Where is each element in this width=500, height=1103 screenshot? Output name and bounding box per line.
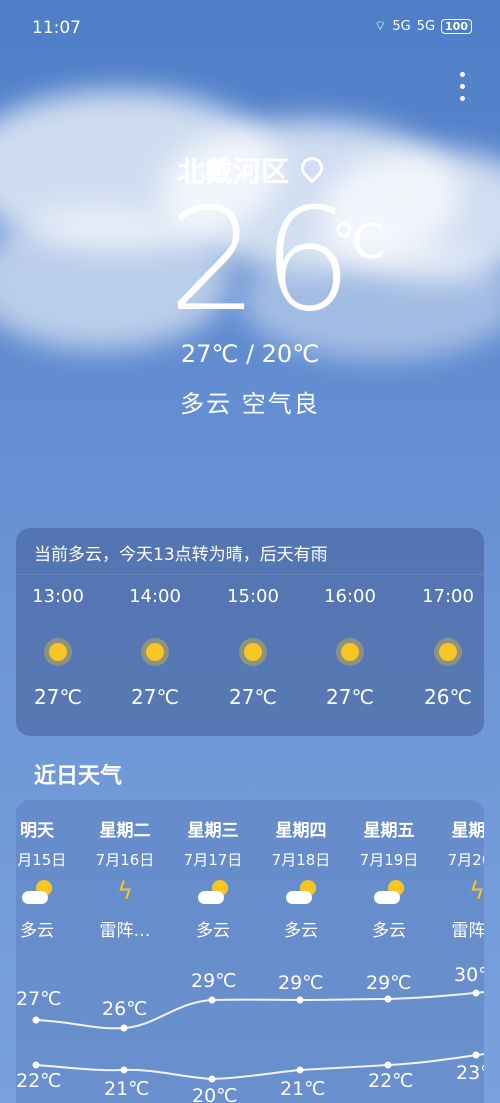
day-item[interactable]: 星期五 7月19日 多云 [344, 816, 434, 941]
cloud-sun-icon [374, 880, 404, 904]
high-temp-point [384, 995, 392, 1003]
hour-time: 13:00 [32, 586, 84, 607]
wifi-icon: ⌔ [374, 19, 387, 34]
day-date: 7月16日 [95, 851, 155, 869]
day-item[interactable]: 星期二 7月16日 ϟ 雷阵… [80, 816, 170, 941]
day-date: 7月18日 [271, 851, 331, 869]
temperature-trend-chart [32, 989, 484, 1083]
signal-icon-2: 5G [416, 18, 436, 34]
more-menu-icon[interactable] [458, 72, 466, 106]
day-name: 星期六 [451, 821, 485, 841]
day-item[interactable]: 星期四 7月18日 多云 [256, 816, 346, 941]
high-temp-point [472, 989, 480, 997]
cloud-sun-icon [286, 880, 316, 904]
day-date: 7月15日 [16, 851, 67, 869]
day-date: 7月20日 [447, 851, 484, 869]
sun-icon [49, 643, 67, 661]
high-temp-label: 26℃ [102, 998, 148, 1020]
daily-forecast-card[interactable]: 明天 7月15日 多云 星期二 7月16日 ϟ 雷阵… 星期三 7月17日 多云… [16, 800, 484, 1103]
day-weather: 雷阵… [99, 921, 151, 941]
hour-time: 15:00 [227, 586, 279, 607]
temp-range: 27℃ / 20℃ [180, 340, 320, 368]
cloud-sun-icon [22, 880, 52, 904]
low-temp-point [472, 1051, 480, 1059]
sun-icon [146, 643, 164, 661]
day-name: 星期二 [99, 821, 151, 841]
high-temp-label: 27℃ [16, 988, 62, 1010]
day-weather: 雷阵… [451, 921, 485, 941]
hour-item: 16:00 27℃ [308, 586, 392, 709]
current-condition: 多云 空气良 [180, 390, 320, 418]
daily-section-title: 近日天气 [34, 764, 123, 789]
day-weather: 多云 [20, 921, 54, 941]
lightning-icon: ϟ [117, 877, 133, 905]
day-item[interactable]: 星期六 7月20日 ϟ 雷阵… [432, 816, 484, 941]
hourly-list: 13:00 27℃ 14:00 27℃ 15:00 27℃ 16:00 27℃ … [16, 586, 484, 726]
day-date: 7月19日 [359, 851, 419, 869]
sun-icon [341, 643, 359, 661]
high-temp-point [120, 1024, 128, 1032]
low-temp-label: 22℃ [16, 1070, 62, 1092]
cloud-sun-icon [198, 880, 228, 904]
hourly-forecast-card[interactable]: 当前多云，今天13点转为晴，后天有雨 13:00 27℃ 14:00 27℃ 1… [16, 528, 484, 736]
hour-item: 13:00 27℃ [16, 586, 100, 709]
high-temp-label: 29℃ [366, 972, 412, 994]
low-temp-line [35, 1053, 484, 1081]
day-weather: 多云 [284, 921, 318, 941]
hour-temp: 27℃ [131, 685, 179, 709]
hour-time: 16:00 [324, 586, 376, 607]
low-temp-point [120, 1066, 128, 1074]
low-temp-label: 21℃ [104, 1078, 150, 1100]
high-temp-label: 30℃ [454, 964, 484, 986]
high-temp-label: 29℃ [278, 972, 324, 994]
hour-item: 17:00 26℃ [406, 586, 490, 709]
low-temp-point [32, 1061, 40, 1069]
low-temp-point [208, 1075, 216, 1083]
hourly-note: 当前多云，今天13点转为晴，后天有雨 [16, 528, 484, 575]
signal-icon: 5G [392, 18, 411, 34]
status-bar: 11:07 ⌔ 5G 5G 100 [0, 0, 500, 56]
hour-temp: 27℃ [34, 685, 82, 709]
day-weather: 多云 [372, 921, 406, 941]
sun-icon [439, 643, 457, 661]
low-temp-label: 22℃ [368, 1070, 414, 1092]
day-item[interactable]: 明天 7月15日 多云 [16, 816, 82, 941]
battery-icon: 100 [441, 18, 472, 34]
low-temp-point [296, 1066, 304, 1074]
high-temp-point [32, 1016, 40, 1024]
day-name: 明天 [20, 821, 54, 841]
day-date: 7月17日 [183, 851, 243, 869]
hour-time: 14:00 [129, 586, 181, 607]
day-name: 星期四 [275, 821, 327, 841]
hour-temp: 26℃ [424, 685, 472, 709]
lightning-icon: ϟ [469, 877, 484, 905]
clock: 11:07 [32, 18, 81, 38]
day-name: 星期五 [363, 821, 415, 841]
low-temp-label: 23℃ [456, 1062, 484, 1084]
hour-item: 15:00 27℃ [211, 586, 295, 709]
low-temp-point [384, 1061, 392, 1069]
day-weather: 多云 [196, 921, 230, 941]
sun-icon [244, 643, 262, 661]
high-temp-point [208, 996, 216, 1004]
hour-time: 17:00 [422, 586, 474, 607]
day-name: 星期三 [187, 821, 239, 841]
temperature-unit: ℃ [332, 214, 386, 270]
current-temperature: 26 [168, 178, 357, 343]
hour-item: 14:00 27℃ [113, 586, 197, 709]
day-item[interactable]: 星期三 7月17日 多云 [168, 816, 258, 941]
low-temp-label: 20℃ [192, 1085, 238, 1103]
hour-temp: 27℃ [229, 685, 277, 709]
low-temp-label: 21℃ [280, 1078, 326, 1100]
high-temp-point [296, 996, 304, 1004]
hour-temp: 27℃ [326, 685, 374, 709]
status-icons: ⌔ 5G 5G 100 [374, 18, 472, 34]
high-temp-label: 29℃ [191, 970, 237, 992]
